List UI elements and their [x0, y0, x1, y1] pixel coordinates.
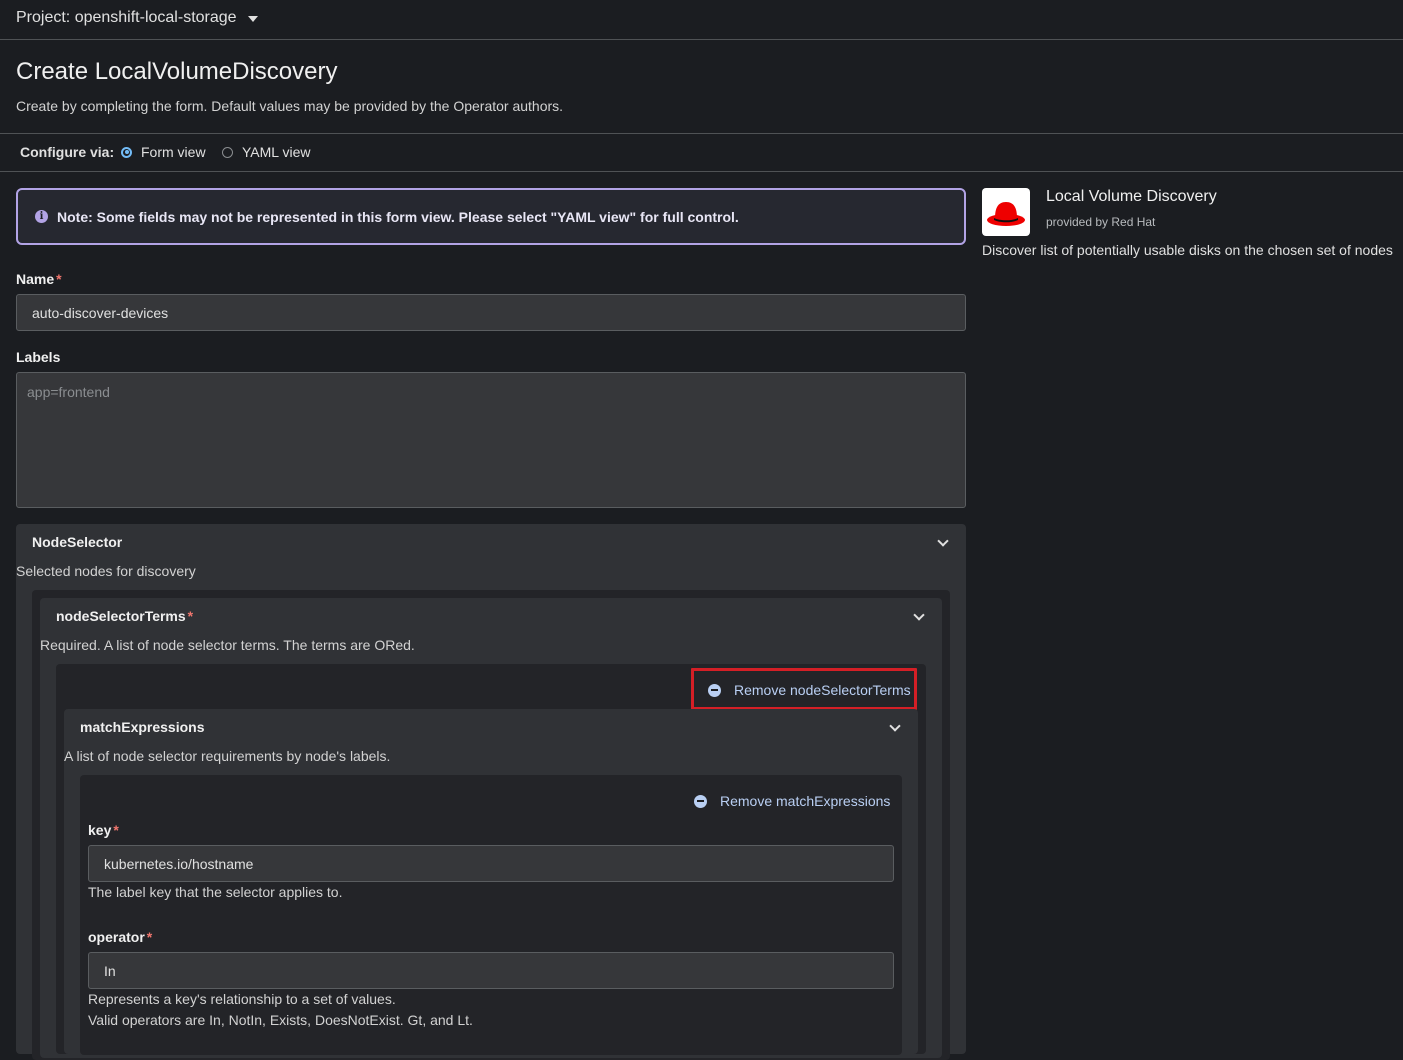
- name-value: auto-discover-devices: [32, 304, 169, 321]
- project-label: Project: openshift-local-storage: [16, 9, 237, 26]
- required-mark: *: [187, 608, 194, 624]
- labels-placeholder: app=frontend: [27, 384, 110, 400]
- operator-provider: provided by Red Hat: [1046, 215, 1156, 229]
- red-hat-logo: [982, 188, 1030, 236]
- note-alert: i Note: Some fields may not be represent…: [16, 188, 966, 245]
- operator-help-text-1: Represents a key's relationship to a set…: [88, 991, 396, 1007]
- radio-checked-icon: [121, 146, 132, 158]
- info-icon: i: [35, 210, 48, 223]
- alert-text: Note: Some fields may not be represented…: [57, 208, 739, 225]
- form-view-radio[interactable]: Form view: [121, 144, 206, 160]
- key-help-text: The label key that the selector applies …: [88, 884, 343, 900]
- remove-match-expressions-button[interactable]: Remove matchExpressions: [694, 793, 890, 809]
- operator-title: Local Volume Discovery: [1046, 188, 1217, 205]
- yaml-view-label: YAML view: [242, 144, 311, 160]
- minus-circle-icon: [694, 794, 707, 808]
- yaml-view-radio[interactable]: YAML view: [222, 144, 310, 160]
- required-mark: *: [56, 271, 62, 287]
- highlight-box: [691, 668, 917, 710]
- match-expressions-description: A list of node selector requirements by …: [64, 748, 391, 764]
- form-view-label: Form view: [141, 144, 206, 160]
- operator-value: In: [104, 962, 116, 979]
- node-selector-title[interactable]: NodeSelector: [32, 534, 122, 550]
- key-input[interactable]: kubernetes.io/hostname: [88, 845, 894, 882]
- name-label: Name *: [16, 271, 62, 287]
- key-label-text: key: [88, 822, 112, 838]
- page-title: Create LocalVolumeDiscovery: [16, 58, 338, 85]
- operator-description: Discover list of potentially usable disk…: [982, 242, 1393, 258]
- key-value: kubernetes.io/hostname: [104, 855, 254, 872]
- configure-via-bar: Configure via: Form view YAML view: [0, 133, 1403, 172]
- labels-label: Labels: [16, 349, 61, 365]
- required-mark: *: [113, 822, 119, 838]
- operator-label-text: operator: [88, 929, 145, 945]
- page-description: Create by completing the form. Default v…: [16, 98, 564, 114]
- remove-match-expressions-label: Remove matchExpressions: [720, 793, 891, 809]
- radio-unchecked-icon: [222, 146, 233, 158]
- project-dropdown[interactable]: Project: openshift-local-storage: [16, 9, 258, 27]
- configure-via-label: Configure via:: [20, 144, 115, 160]
- match-expressions-title[interactable]: matchExpressions: [80, 719, 205, 735]
- labels-textarea[interactable]: app=frontend: [16, 372, 966, 508]
- caret-down-icon: [247, 15, 258, 22]
- key-label: key *: [88, 822, 119, 838]
- project-bar: Project: openshift-local-storage: [0, 0, 1403, 40]
- node-selector-terms-description: Required. A list of node selector terms.…: [40, 637, 415, 653]
- operator-help-text-2: Valid operators are In, NotIn, Exists, D…: [88, 1012, 473, 1028]
- operator-input[interactable]: In: [88, 952, 894, 989]
- node-selector-terms-title-text: nodeSelectorTerms: [56, 608, 186, 624]
- red-hat-icon: [987, 202, 1025, 226]
- required-mark: *: [146, 929, 153, 945]
- node-selector-terms-title[interactable]: nodeSelectorTerms *: [56, 608, 193, 624]
- operator-label: operator *: [88, 929, 152, 945]
- node-selector-description: Selected nodes for discovery: [16, 563, 196, 579]
- name-label-text: Name: [16, 271, 55, 287]
- name-input[interactable]: auto-discover-devices: [16, 294, 966, 331]
